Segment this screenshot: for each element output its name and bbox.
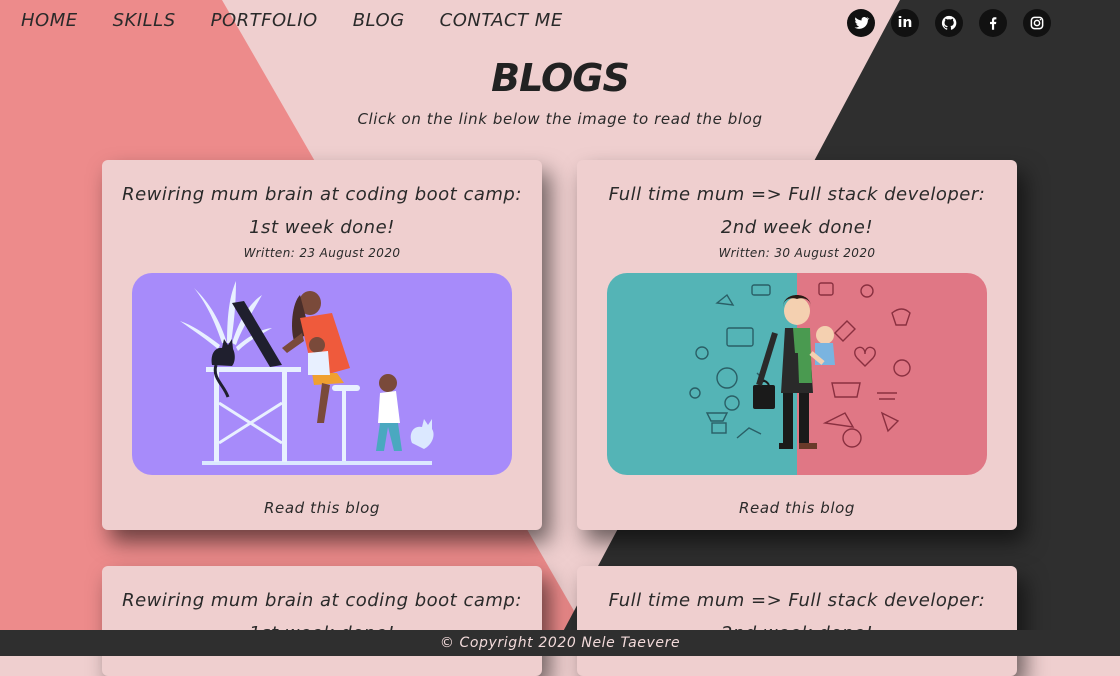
blog-card: Rewiring mum brain at coding boot camp: … xyxy=(102,160,542,530)
page-title: BLOGS xyxy=(491,56,630,100)
blog-date: Written: 30 August 2020 xyxy=(718,246,876,260)
blog-card: Rewiring mum brain at coding boot camp: … xyxy=(102,566,542,676)
nav-contact-me[interactable]: CONTACT ME xyxy=(440,10,563,31)
nav-links: HOME SKILLS PORTFOLIO BLOG CONTACT ME xyxy=(21,10,563,31)
twitter-icon[interactable] xyxy=(847,9,875,37)
blog-image xyxy=(132,273,512,475)
blog-card: Full time mum => Full stack developer: 2… xyxy=(577,566,1017,676)
blog-card: Full time mum => Full stack developer: 2… xyxy=(577,160,1017,530)
facebook-icon[interactable] xyxy=(979,9,1007,37)
github-icon[interactable] xyxy=(935,9,963,37)
linkedin-icon[interactable]: in xyxy=(891,9,919,37)
page-subtitle: Click on the link below the image to rea… xyxy=(357,110,763,128)
blog-image xyxy=(607,273,987,475)
nav-home[interactable]: HOME xyxy=(21,10,78,31)
copyright-text: © Copyright 2020 Nele Taevere xyxy=(439,635,681,651)
top-navigation: HOME SKILLS PORTFOLIO BLOG CONTACT ME in xyxy=(0,0,1120,48)
read-blog-link[interactable]: Read this blog xyxy=(577,499,1017,517)
blog-date: Written: 23 August 2020 xyxy=(243,246,401,260)
nav-portfolio[interactable]: PORTFOLIO xyxy=(211,10,318,31)
nav-blog[interactable]: BLOG xyxy=(353,10,405,31)
social-links: in xyxy=(847,9,1051,37)
read-blog-link[interactable]: Read this blog xyxy=(102,499,542,517)
footer: © Copyright 2020 Nele Taevere xyxy=(0,630,1120,656)
nav-skills[interactable]: SKILLS xyxy=(113,10,176,31)
linkedin-label: in xyxy=(897,15,913,31)
blog-title: Full time mum => Full stack developer: 2… xyxy=(608,184,986,238)
blog-title: Rewiring mum brain at coding boot camp: … xyxy=(122,184,522,238)
instagram-icon[interactable] xyxy=(1023,9,1051,37)
